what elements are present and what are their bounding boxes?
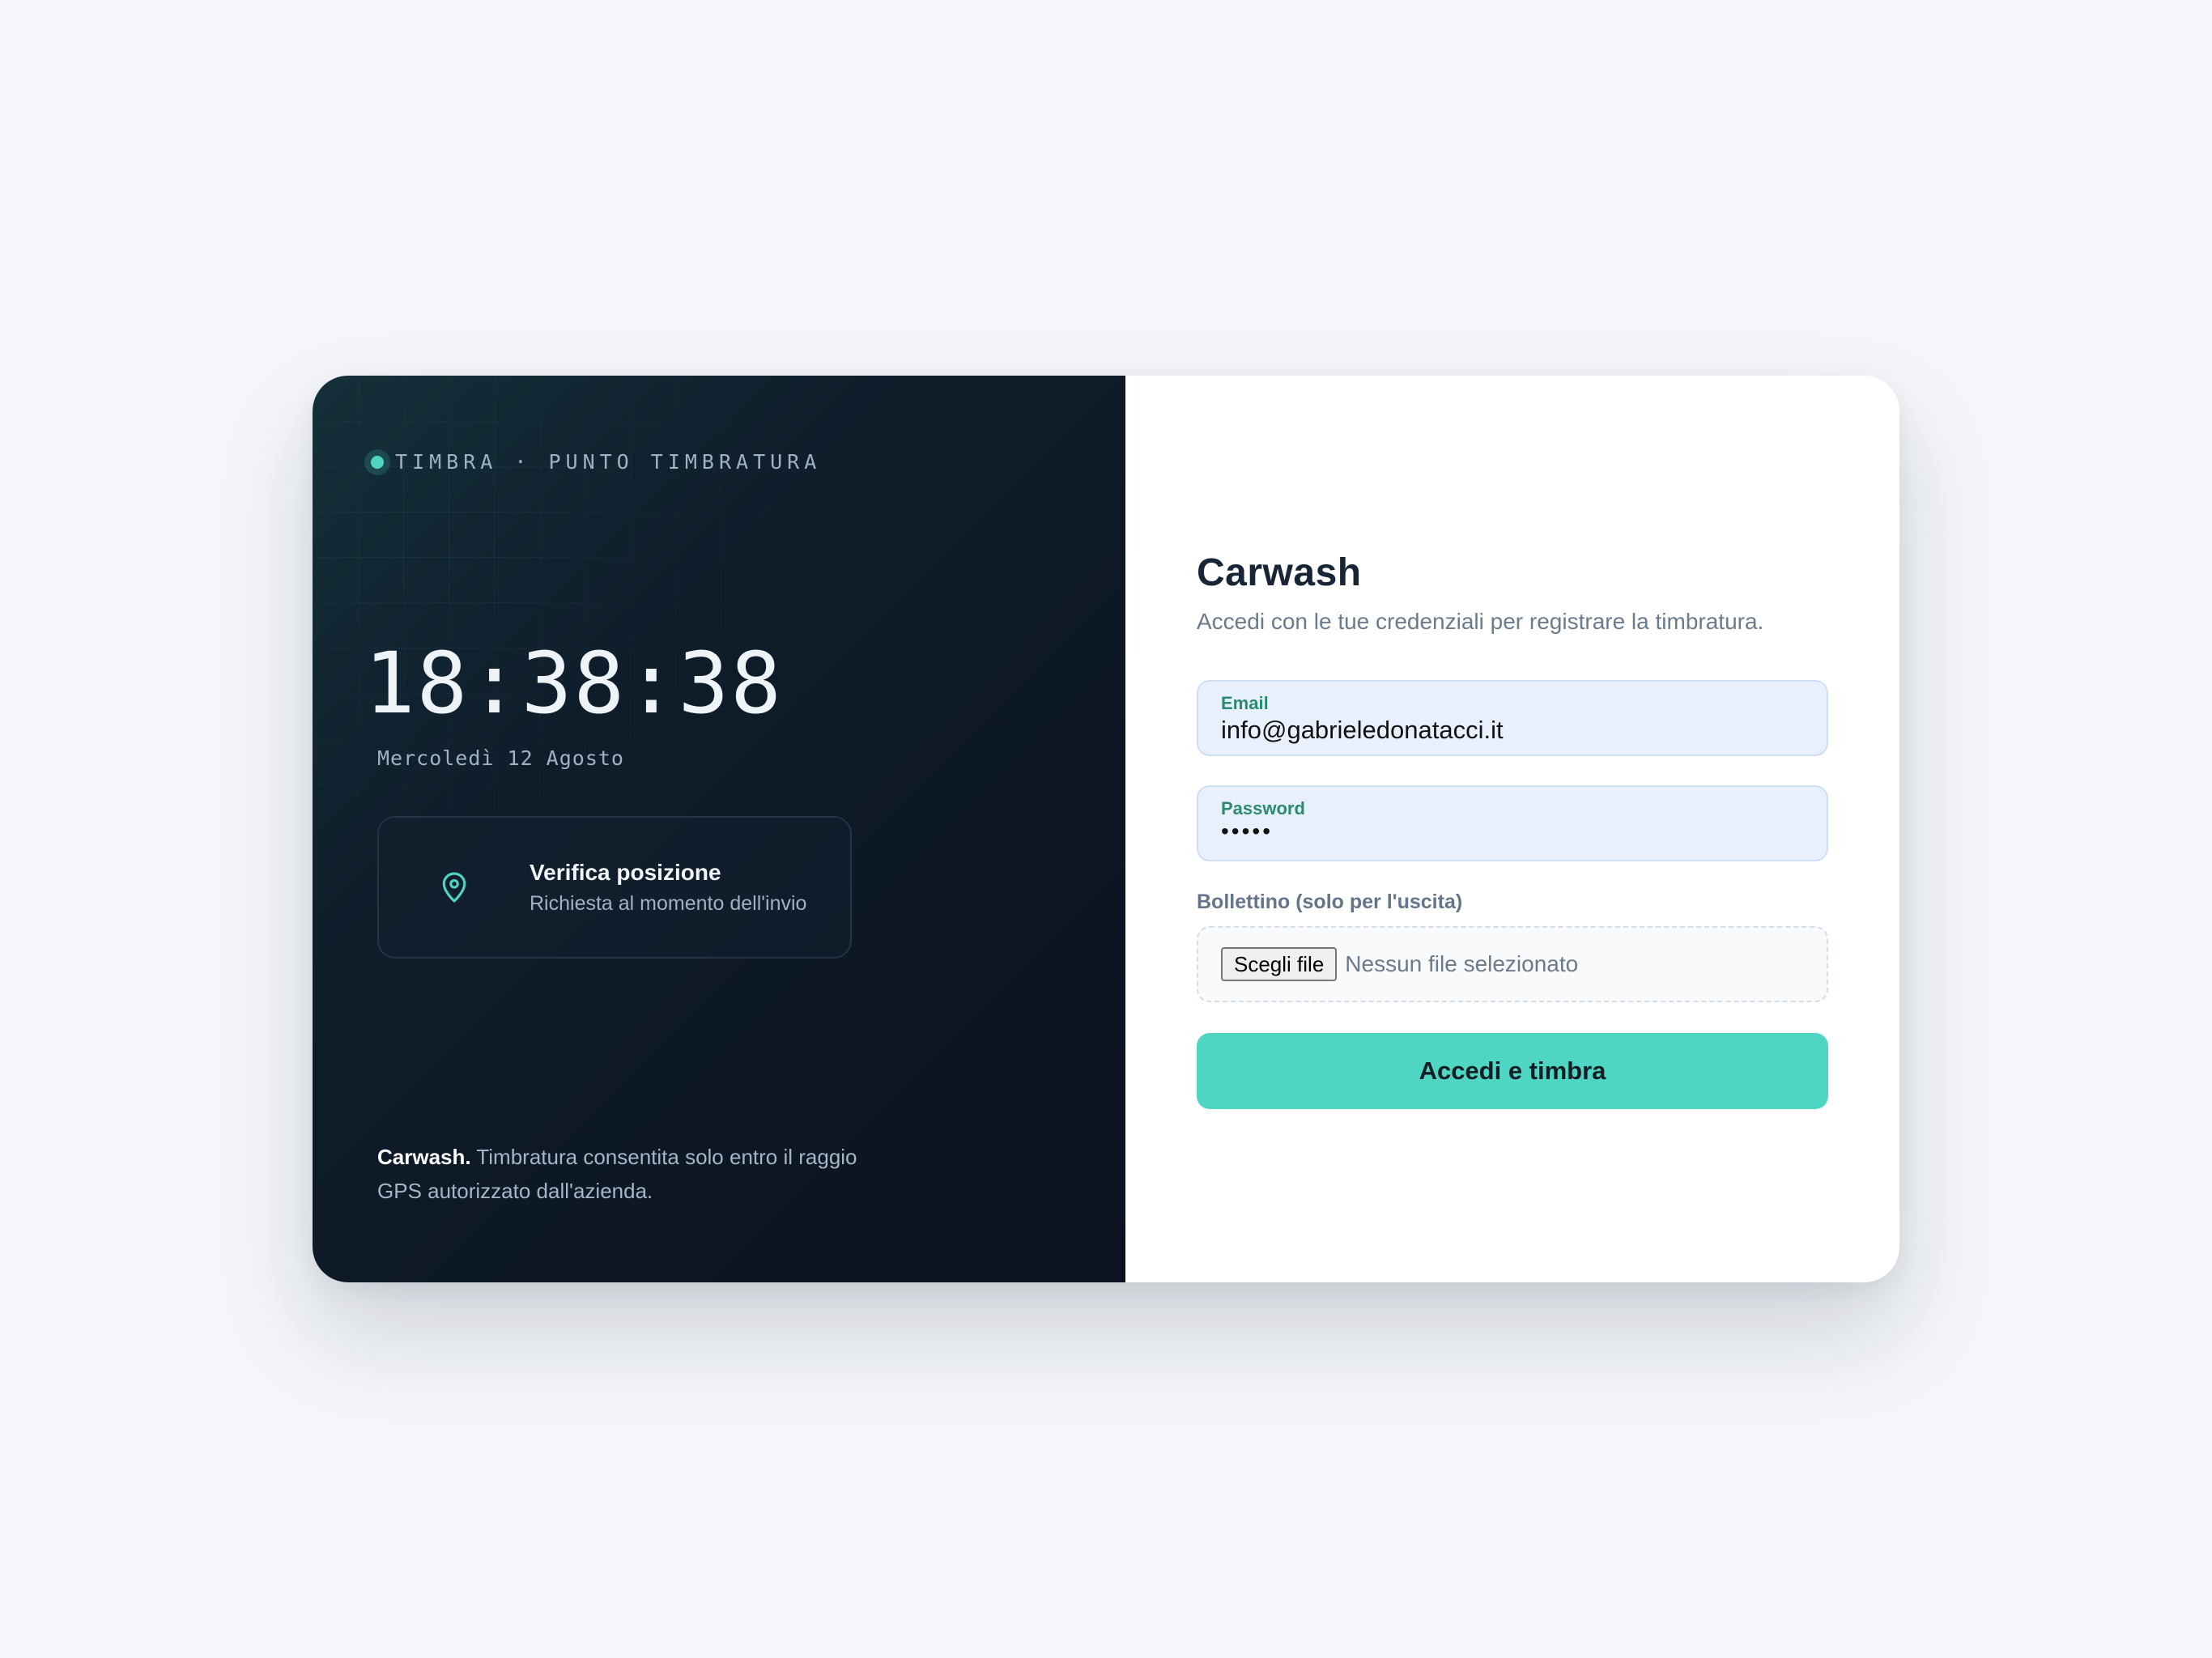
gps-footer-note: Carwash. Timbratura consentita solo entr… xyxy=(377,1140,863,1208)
password-field[interactable]: Password ••••• xyxy=(1197,785,1828,861)
login-submit-button[interactable]: Accedi e timbra xyxy=(1197,1033,1828,1109)
email-field[interactable]: Email info@gabrieledonatacci.it xyxy=(1197,680,1828,756)
login-form-panel: Carwash Accedi con le tue credenziali pe… xyxy=(1125,376,1899,1282)
form-subtitle: Accedi con le tue credenziali per regist… xyxy=(1197,609,1764,634)
location-text: Verifica posizione Richiesta al momento … xyxy=(530,860,806,916)
form-title: Carwash xyxy=(1197,551,1362,594)
file-status-text: Nessun file selezionato xyxy=(1345,951,1579,976)
footer-company: Carwash. xyxy=(377,1145,471,1169)
brand-header: TIMBRA · PUNTO TIMBRATURA xyxy=(371,450,821,474)
file-upload-field[interactable]: Scegli file Nessun file selezionato xyxy=(1197,926,1828,1002)
status-dot-icon xyxy=(371,455,384,469)
password-input[interactable]: ••••• xyxy=(1221,819,1804,844)
choose-file-button[interactable]: Scegli file xyxy=(1221,947,1338,981)
email-label: Email xyxy=(1221,693,1269,713)
upload-label: Bollettino (solo per l'uscita) xyxy=(1197,891,1463,913)
location-subtitle: Richiesta al momento dell'invio xyxy=(530,891,807,915)
password-label: Password xyxy=(1221,798,1305,818)
clock-date: Mercoledì 12 Agosto xyxy=(377,746,624,770)
map-pin-icon xyxy=(379,871,530,903)
brand-text: TIMBRA · PUNTO TIMBRATURA xyxy=(395,450,822,474)
email-input[interactable]: info@gabrieledonatacci.it xyxy=(1221,714,1804,746)
clock-time: 18:38:38 xyxy=(364,634,783,733)
location-title: Verifica posizione xyxy=(530,859,721,885)
login-card: TIMBRA · PUNTO TIMBRATURA 18:38:38 Merco… xyxy=(313,376,1899,1282)
location-verify-card: Verifica posizione Richiesta al momento … xyxy=(377,816,852,959)
clock-panel: TIMBRA · PUNTO TIMBRATURA 18:38:38 Merco… xyxy=(313,376,1125,1282)
